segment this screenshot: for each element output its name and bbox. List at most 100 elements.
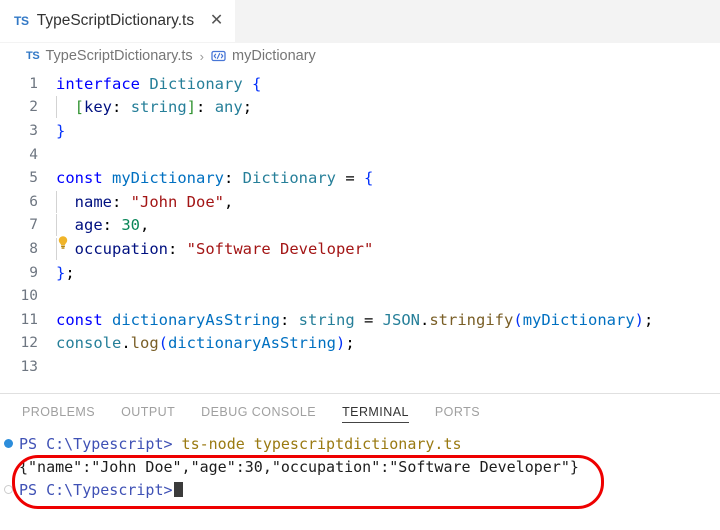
token-object: JSON	[382, 310, 420, 329]
terminal-command-line: PS C:\Typescript> ts-node typescriptdict…	[0, 432, 720, 455]
token-number: 30	[121, 216, 141, 235]
token-paren: )	[336, 334, 346, 353]
code-line: 10	[0, 284, 720, 308]
code-line-content: [key: string]: any;	[47, 96, 720, 119]
token-variable: myDictionary	[112, 169, 224, 188]
chevron-right-icon: ›	[199, 48, 205, 64]
token-punct: .	[121, 334, 131, 353]
code-line: 1 interface Dictionary {	[0, 72, 720, 96]
line-number: 2	[29, 99, 38, 116]
token-keyword: interface	[56, 74, 140, 93]
token-property: occupation	[74, 239, 168, 258]
tab-terminal[interactable]: TERMINAL	[342, 394, 409, 429]
terminal-result-line: {"name":"John Doe","age":30,"occupation"…	[0, 455, 720, 478]
code-line-content: console.log(dictionaryAsString);	[47, 334, 720, 352]
breadcrumb: TS TypeScriptDictionary.ts › myDictionar…	[0, 43, 720, 69]
code-line-content: const myDictionary: Dictionary = {	[47, 169, 720, 187]
symbol-variable-icon	[211, 49, 226, 63]
editor-tab-bar: TS TypeScriptDictionary.ts ✕	[0, 0, 720, 43]
token-type: string	[130, 98, 187, 117]
token-keyword: const	[56, 310, 103, 329]
code-line: 3 }	[0, 119, 720, 143]
token-punct: :	[112, 98, 131, 117]
terminal-output[interactable]: PS C:\Typescript> ts-node typescriptdict…	[0, 429, 720, 530]
token-object: console	[56, 334, 122, 353]
line-number: 3	[29, 122, 38, 139]
line-number: 11	[20, 311, 38, 328]
token-keyword: const	[56, 169, 103, 188]
vscode-window: TS TypeScriptDictionary.ts ✕ TS TypeScri…	[0, 0, 720, 530]
terminal-prompt: PS C:\Typescript>	[19, 434, 173, 453]
token-punct: :	[280, 310, 299, 329]
line-number: 4	[29, 146, 38, 163]
token-brace: {	[252, 74, 262, 93]
token-string: "Software Developer"	[186, 239, 374, 258]
token-punct: ;	[345, 334, 355, 353]
code-line-content: age: 30,	[47, 214, 720, 237]
line-number: 1	[29, 75, 38, 92]
code-line-content: };	[47, 264, 720, 282]
terminal-json-output: {"name":"John Doe","age":30,"occupation"…	[19, 457, 579, 476]
token-argument: dictionaryAsString	[168, 334, 336, 353]
token-punct: ;	[65, 263, 75, 282]
close-icon[interactable]: ✕	[208, 13, 225, 29]
line-number: 6	[29, 193, 38, 210]
token-function: stringify	[429, 310, 514, 329]
token-brace: {	[364, 169, 374, 188]
code-line: 13	[0, 355, 720, 379]
quick-fix-lightbulb-icon[interactable]	[55, 235, 71, 251]
code-line-content: name: "John Doe",	[47, 190, 720, 213]
breadcrumb-file[interactable]: TypeScriptDictionary.ts	[45, 48, 192, 64]
token-variable: dictionaryAsString	[112, 310, 280, 329]
token-paren: )	[634, 310, 645, 329]
token-paren: (	[158, 334, 169, 353]
panel-tab-bar: PROBLEMS OUTPUT DEBUG CONSOLE TERMINAL P…	[0, 394, 720, 429]
token-punct: :	[168, 239, 187, 258]
code-line: 11 const dictionaryAsString: string = JS…	[0, 308, 720, 332]
line-number: 5	[29, 170, 38, 187]
token-property: age	[74, 216, 103, 235]
typescript-file-icon: TS	[26, 50, 40, 62]
token-punct: :	[224, 169, 243, 188]
token-argument: myDictionary	[522, 310, 635, 329]
tab-output[interactable]: OUTPUT	[121, 394, 175, 429]
token-type: string	[298, 310, 355, 329]
editor-tab-typescriptdictionary[interactable]: TS TypeScriptDictionary.ts ✕	[0, 0, 236, 42]
bottom-panel: PROBLEMS OUTPUT DEBUG CONSOLE TERMINAL P…	[0, 393, 720, 530]
token-property: name	[74, 192, 112, 211]
code-line-content: interface Dictionary {	[47, 75, 720, 93]
breadcrumb-symbol[interactable]: myDictionary	[232, 48, 316, 64]
code-line: 2 [key: string]: any;	[0, 96, 720, 120]
tab-problems[interactable]: PROBLEMS	[22, 394, 95, 429]
token-brace: }	[56, 263, 66, 282]
token-function: log	[130, 334, 159, 353]
tab-debug-console[interactable]: DEBUG CONSOLE	[201, 394, 316, 429]
code-line: 6 name: "John Doe",	[0, 190, 720, 214]
line-number: 10	[20, 288, 38, 305]
code-editor[interactable]: 1 interface Dictionary { 2 [key: string]…	[0, 69, 720, 393]
token-paren: (	[513, 310, 523, 329]
command-decoration-idle-icon	[4, 485, 13, 495]
token-punct: ;	[644, 310, 654, 329]
tab-ports[interactable]: PORTS	[435, 394, 480, 429]
code-line: 5 const myDictionary: Dictionary = {	[0, 166, 720, 190]
terminal-prompt: PS C:\Typescript>	[19, 480, 173, 499]
line-number: 8	[29, 240, 38, 257]
code-line: 4	[0, 143, 720, 167]
code-line: 9 };	[0, 261, 720, 285]
line-number: 12	[20, 335, 38, 352]
line-number: 9	[29, 264, 38, 281]
token-punct: ,	[140, 216, 150, 235]
terminal-prompt-line: PS C:\Typescript>	[0, 478, 720, 501]
token-punct: ,	[224, 192, 234, 211]
token-punct: :	[112, 192, 131, 211]
code-line: 8 occupation: "Software Developer"	[0, 237, 720, 261]
terminal-cursor	[173, 482, 183, 498]
token-punct: .	[420, 310, 430, 329]
command-decoration-success-icon	[4, 439, 13, 449]
token-bracket: [	[74, 98, 85, 117]
token-type: Dictionary	[149, 74, 243, 93]
